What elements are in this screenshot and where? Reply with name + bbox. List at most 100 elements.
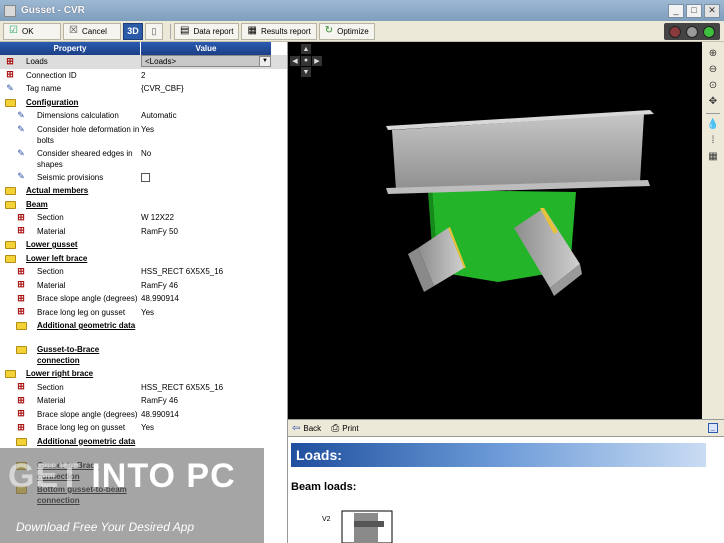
property-value[interactable]: {CVR_CBF}	[141, 82, 184, 96]
expand-toggle-icon[interactable]: ⊞	[5, 56, 15, 66]
property-row[interactable]: Lower right brace	[0, 367, 287, 381]
report-pane[interactable]: Loads: Beam loads: V2	[288, 437, 724, 543]
zoom-fit-icon[interactable]: ⊙	[709, 80, 717, 92]
property-row[interactable]: Lower gusset	[0, 238, 287, 252]
property-row[interactable]: ⊞ Brace long leg on gusset Yes	[0, 306, 287, 320]
property-row[interactable]: ⊞ Material RamFy 46	[0, 394, 287, 408]
watermark-logo-a: GET	[8, 457, 92, 495]
expand-toggle-icon[interactable]: ⊞	[5, 69, 15, 80]
ok-button[interactable]: ☑ OK	[3, 22, 61, 40]
nav-right-icon[interactable]: ▶	[312, 55, 322, 66]
property-row[interactable]: ⊞ Brace long leg on gusset Yes	[0, 421, 287, 435]
maximize-button[interactable]: □	[686, 3, 702, 18]
property-label: Brace long leg on gusset	[37, 423, 126, 432]
close-button[interactable]: ✕	[704, 3, 720, 18]
property-value[interactable]: Yes	[141, 421, 154, 435]
edit-icon[interactable]: ✎	[5, 83, 15, 93]
property-label: Lower right brace	[26, 369, 94, 378]
property-value[interactable]: Yes	[141, 306, 154, 320]
property-row[interactable]: ⊞ Section W 12X22	[0, 211, 287, 225]
property-value[interactable]: HSS_RECT 6X5X5_16	[141, 381, 223, 395]
nav-up-icon[interactable]: ▲	[301, 44, 311, 54]
property-value[interactable]: No	[141, 148, 151, 159]
render-mode-icon[interactable]: 💧	[707, 119, 719, 131]
back-button[interactable]: ⇦ Back	[292, 423, 321, 434]
expand-toggle-icon[interactable]: ⊞	[16, 395, 26, 405]
vertical-line-icon[interactable]: ⁞	[712, 135, 715, 147]
edit-icon[interactable]: ✎	[16, 110, 26, 120]
property-value-dropdown[interactable]: <Loads>	[141, 55, 271, 67]
property-label: Additional geometric data	[37, 436, 136, 446]
minimize-report-button[interactable]: _	[708, 423, 718, 433]
property-value[interactable]: Yes	[141, 124, 154, 135]
zoom-out-icon[interactable]: ⊖	[709, 64, 717, 76]
property-row[interactable]: ✎ Seismic provisions	[0, 171, 287, 185]
expand-toggle-icon[interactable]: ⊞	[16, 422, 26, 432]
property-column-header[interactable]: Property	[0, 42, 141, 55]
property-row[interactable]: ⊞ Brace slope angle (degrees) 48.990914	[0, 292, 287, 306]
property-row[interactable]: ✎ Tag name {CVR_CBF}	[0, 82, 287, 96]
property-row[interactable]: ⊞ Connection ID 2	[0, 69, 287, 83]
watermark-logo-b: INTO PC	[91, 457, 236, 495]
property-row[interactable]: Beam	[0, 198, 287, 212]
expand-toggle-icon[interactable]: ⊞	[16, 225, 26, 236]
edit-icon[interactable]: ✎	[16, 148, 26, 158]
results-report-button[interactable]: ▦ Results report	[241, 22, 317, 40]
expand-toggle-icon[interactable]: ⊞	[16, 306, 26, 317]
property-row[interactable]: ✎ Consider sheared edges in shapes No	[0, 147, 287, 171]
property-value[interactable]: 48.990914	[141, 292, 179, 306]
property-value[interactable]: RamFy 46	[141, 394, 178, 408]
nav-down-icon[interactable]: ▼	[301, 67, 311, 78]
edit-icon[interactable]: ✎	[16, 171, 26, 182]
grid-icon[interactable]: ▦	[708, 151, 717, 163]
property-row[interactable]: ⊞ Material RamFy 50	[0, 225, 287, 239]
expand-toggle-icon[interactable]: ⊞	[16, 408, 26, 419]
expand-toggle-icon[interactable]: ⊞	[16, 279, 26, 290]
property-value[interactable]: 48.990914	[141, 408, 179, 422]
nav-empty	[290, 67, 300, 77]
property-value[interactable]: HSS_RECT 6X5X5_16	[141, 265, 223, 279]
folder-icon	[5, 370, 16, 378]
property-label: Loads	[26, 55, 48, 69]
minimize-button[interactable]: _	[668, 3, 684, 18]
property-row[interactable]: ⊞ Brace slope angle (degrees) 48.990914	[0, 408, 287, 422]
pan-icon[interactable]: ✥	[709, 96, 717, 108]
expand-toggle-icon[interactable]: ⊞	[16, 293, 26, 303]
nav-center-icon[interactable]: ●	[301, 55, 311, 66]
edit-icon[interactable]: ✎	[16, 124, 26, 134]
property-row[interactable]: ⊞ Section HSS_RECT 6X5X5_16	[0, 381, 287, 395]
property-value[interactable]: Automatic	[141, 109, 177, 123]
property-row[interactable]: ✎ Consider hole deformation in bolts Yes	[0, 123, 287, 147]
dropdown-arrow-icon[interactable]: ▼	[259, 56, 271, 67]
zoom-in-icon[interactable]: ⊕	[709, 48, 717, 60]
property-row[interactable]: ⊞ Section HSS_RECT 6X5X5_16	[0, 265, 287, 279]
property-row[interactable]: ✎ Dimensions calculation Automatic	[0, 109, 287, 123]
expand-toggle-icon[interactable]: ⊞	[16, 381, 26, 392]
property-row[interactable]: Gusset-to-Brace connection	[0, 343, 287, 367]
view-panel-icon[interactable]: ▯	[145, 22, 163, 40]
view-3d-button[interactable]: 3D	[123, 22, 143, 40]
status-lights	[664, 23, 720, 40]
property-row[interactable]: Configuration	[0, 96, 287, 110]
seismic-checkbox[interactable]	[141, 172, 150, 182]
3d-viewport[interactable]: ▲ ◀ ● ▶ ▼	[288, 42, 702, 419]
property-row[interactable]: ⊞ Material RamFy 46	[0, 279, 287, 293]
optimize-button[interactable]: ↻ Optimize	[318, 22, 375, 40]
property-value[interactable]: RamFy 50	[141, 225, 178, 239]
expand-toggle-icon[interactable]: ⊞	[16, 266, 26, 276]
expand-toggle-icon[interactable]: ⊞	[16, 212, 26, 222]
property-value[interactable]: RamFy 46	[141, 279, 178, 293]
value-column-header[interactable]: Value	[141, 42, 272, 55]
property-row[interactable]: ⊞ Loads <Loads> ▼	[0, 55, 287, 69]
nav-left-icon[interactable]: ◀	[290, 55, 300, 66]
data-report-button[interactable]: ▤ Data report	[174, 22, 240, 40]
cancel-button[interactable]: ☒ Cancel	[63, 22, 121, 40]
property-row[interactable]: Lower left brace	[0, 252, 287, 266]
property-value[interactable]: 2	[141, 69, 145, 83]
printer-icon: ⎙	[331, 422, 340, 434]
property-value[interactable]: W 12X22	[141, 211, 174, 225]
folder-icon	[16, 437, 27, 446]
print-button[interactable]: ⎙ Print	[331, 423, 358, 434]
property-row[interactable]: Additional geometric data	[0, 319, 287, 343]
property-row[interactable]: Actual members	[0, 184, 287, 198]
